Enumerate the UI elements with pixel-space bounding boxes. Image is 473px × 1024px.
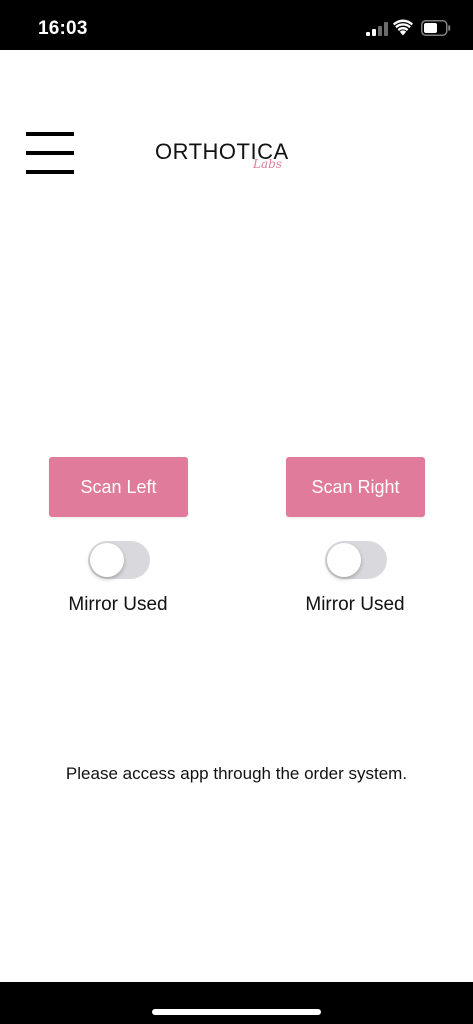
logo-subtext: Labs bbox=[253, 157, 282, 171]
status-time: 16:03 bbox=[38, 18, 88, 39]
scan-right-group: Scan Right Mirror Used bbox=[265, 457, 445, 627]
scan-left-button[interactable]: Scan Left bbox=[49, 457, 188, 517]
hamburger-menu-icon[interactable] bbox=[26, 132, 74, 174]
battery-icon bbox=[421, 20, 451, 36]
access-notice: Please access app through the order syst… bbox=[65, 764, 408, 783]
toggle-knob bbox=[90, 543, 124, 577]
scan-left-group: Scan Left Mirror Used bbox=[28, 457, 208, 627]
status-bar: 16:03 bbox=[0, 0, 473, 50]
mirror-used-right-label: Mirror Used bbox=[305, 594, 405, 615]
mirror-used-left-label: Mirror Used bbox=[68, 594, 168, 615]
home-indicator[interactable] bbox=[152, 1009, 321, 1015]
scan-right-button[interactable]: Scan Right bbox=[286, 457, 425, 517]
cellular-signal-icon bbox=[366, 22, 388, 36]
toggle-knob bbox=[327, 543, 361, 577]
orthotica-logo: ORTHOTICA Labs bbox=[155, 139, 288, 179]
app-screen: 16:03 ORTHOTICA Labs Scan Left Mirror Us… bbox=[0, 0, 473, 1024]
bottom-bar bbox=[0, 982, 473, 1024]
wifi-icon bbox=[393, 19, 413, 36]
mirror-used-right-toggle[interactable] bbox=[325, 541, 387, 579]
mirror-used-left-toggle[interactable] bbox=[88, 541, 150, 579]
